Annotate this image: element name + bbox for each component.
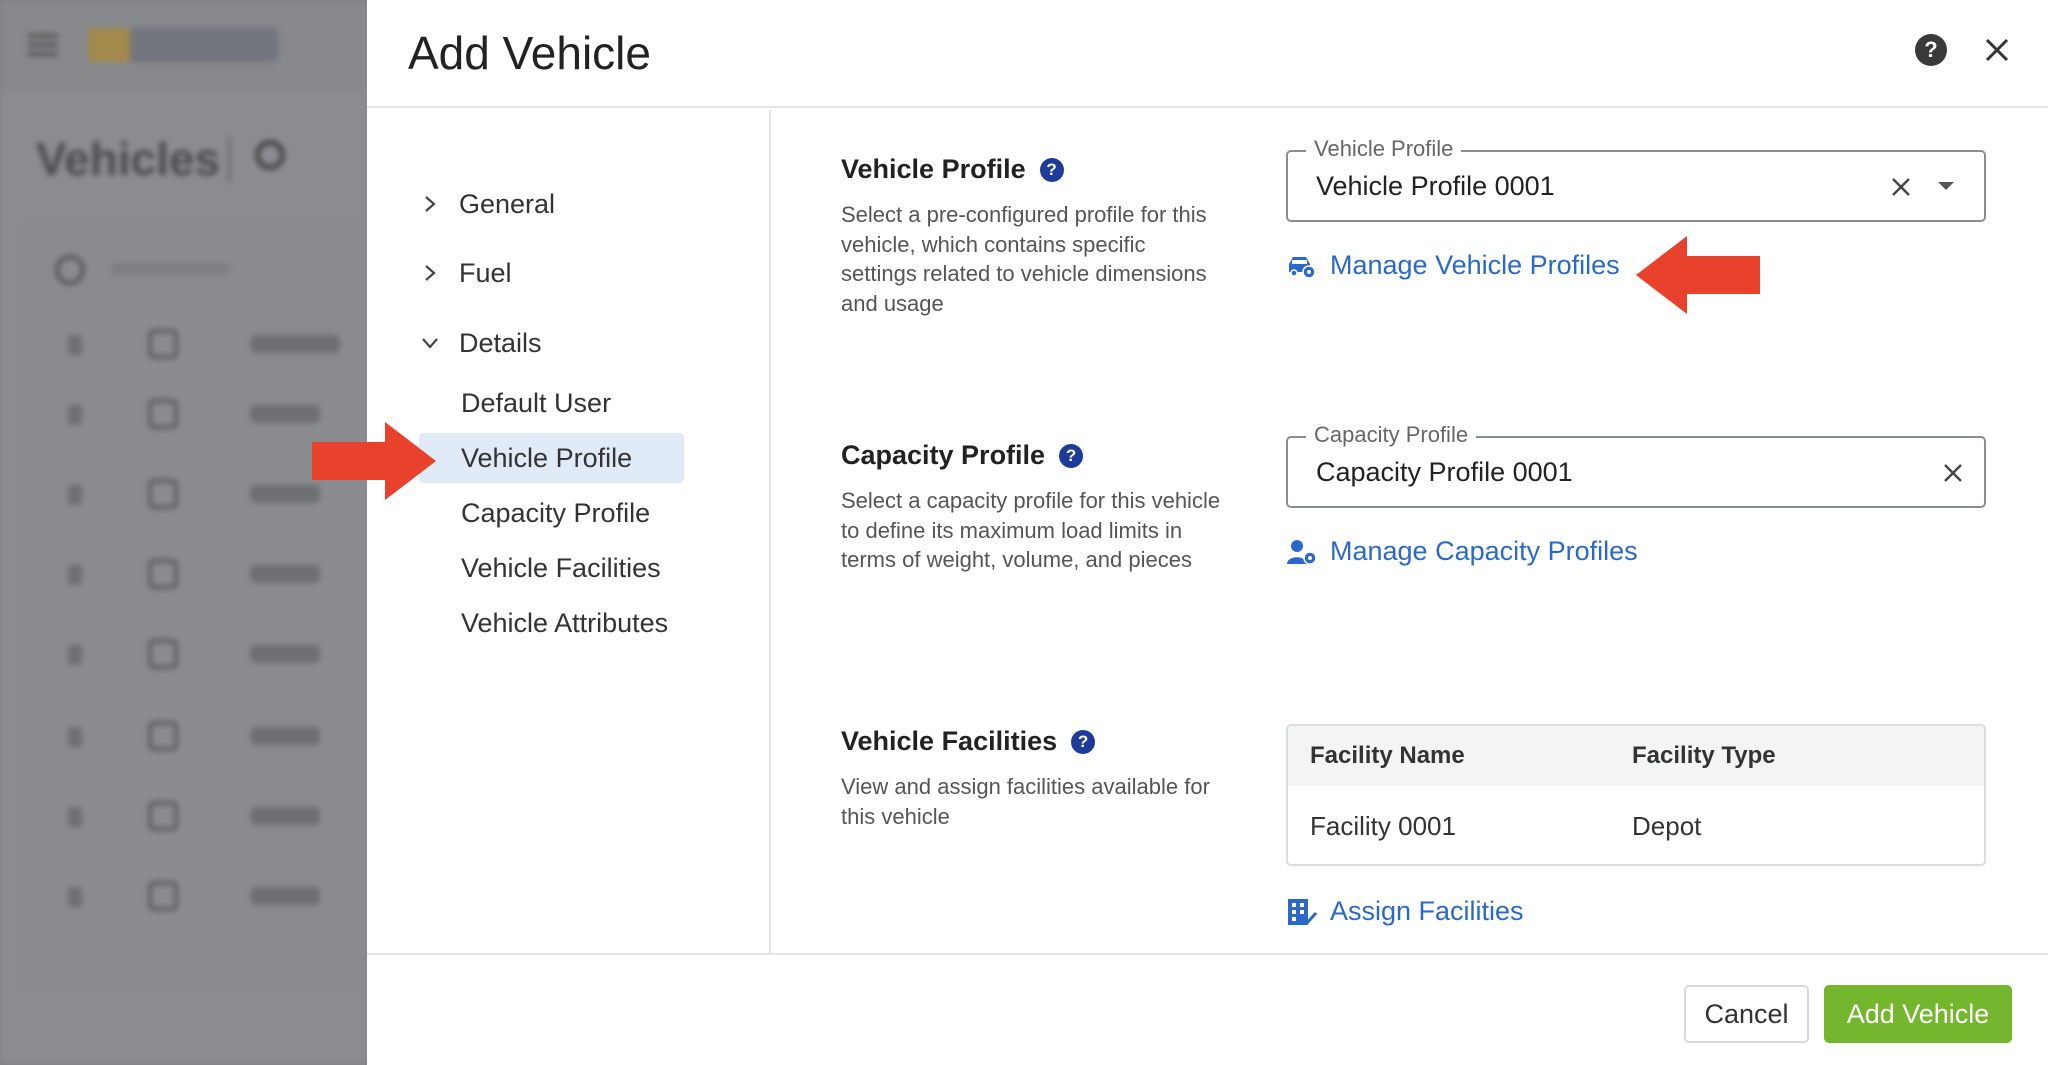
app-logo	[88, 28, 278, 62]
user-settings-icon	[1287, 539, 1317, 565]
add-vehicle-button[interactable]: Add Vehicle	[1824, 985, 2012, 1043]
vehicle-profile-description: Select a pre-configured profile for this…	[841, 202, 1207, 316]
red-arrow-annotation	[312, 422, 436, 500]
nav-section-label: Fuel	[459, 257, 512, 288]
background-search-icon	[255, 140, 285, 170]
chevron-right-icon	[425, 265, 436, 281]
nav-section-label: Details	[459, 327, 542, 358]
dropdown-arrow-icon[interactable]	[1938, 182, 1954, 190]
capacity-profile-description: Select a capacity profile for this vehic…	[841, 488, 1221, 572]
background-table-row	[40, 555, 370, 595]
manage-capacity-profiles-link[interactable]: Manage Capacity Profiles	[1286, 536, 1638, 567]
background-title-divider	[228, 136, 231, 182]
field-value: Vehicle Profile 0001	[1316, 171, 1555, 201]
dialog-nav: General Fuel Details Default User Vehicl…	[367, 110, 771, 953]
vehicle-facilities-section-title: Vehicle Facilities ?	[841, 726, 1096, 757]
menu-icon	[28, 34, 58, 56]
link-text: Manage Capacity Profiles	[1330, 536, 1638, 566]
capacity-profile-section-title: Capacity Profile ?	[841, 440, 1084, 471]
section-title-text: Capacity Profile	[841, 440, 1046, 470]
nav-item-default-user[interactable]: Default User	[419, 378, 684, 428]
background-table-header	[40, 325, 370, 365]
building-check-icon	[1288, 898, 1318, 925]
field-value: Capacity Profile 0001	[1316, 457, 1573, 487]
background-app: Vehicles	[0, 0, 370, 1065]
assign-facilities-link[interactable]: Assign Facilities	[1286, 896, 1524, 927]
capacity-profile-select[interactable]: Capacity Profile Capacity Profile 0001	[1286, 422, 1986, 508]
table-header: Facility Name Facility Type	[1288, 726, 1984, 786]
vehicle-profile-select[interactable]: Vehicle Profile Vehicle Profile 0001	[1286, 136, 1986, 222]
red-arrow-annotation	[1636, 236, 1760, 314]
chevron-right-icon	[425, 196, 436, 212]
vehicle-profile-section-title: Vehicle Profile ?	[841, 154, 1064, 185]
nav-item-vehicle-profile[interactable]: Vehicle Profile	[419, 433, 684, 483]
background-table-row	[40, 797, 370, 837]
link-text: Manage Vehicle Profiles	[1330, 250, 1620, 280]
clear-icon[interactable]	[1886, 172, 1916, 202]
link-text: Assign Facilities	[1330, 896, 1524, 926]
manage-vehicle-profiles-link[interactable]: Manage Vehicle Profiles	[1286, 250, 1620, 281]
cancel-button[interactable]: Cancel	[1684, 985, 1809, 1043]
section-title-text: Vehicle Facilities	[841, 726, 1058, 756]
add-vehicle-dialog: Add Vehicle ? General Fuel Details Defau…	[367, 0, 2048, 1065]
nav-item-capacity-profile[interactable]: Capacity Profile	[419, 488, 684, 538]
table-row[interactable]: Facility 0001 Depot	[1288, 786, 1984, 864]
dialog-footer: Cancel Add Vehicle	[367, 953, 2048, 1065]
help-icon[interactable]: ?	[1059, 443, 1084, 468]
nav-section-general[interactable]: General	[419, 184, 555, 224]
background-page-title: Vehicles	[36, 133, 221, 185]
clear-icon[interactable]	[1938, 458, 1968, 488]
help-icon[interactable]: ?	[1071, 729, 1096, 754]
dialog-header: Add Vehicle ?	[367, 0, 2048, 108]
nav-item-vehicle-facilities[interactable]: Vehicle Facilities	[419, 543, 684, 593]
facilities-table: Facility Name Facility Type Facility 000…	[1286, 724, 1986, 866]
vehicle-settings-icon	[1289, 256, 1316, 279]
field-label: Capacity Profile	[1306, 422, 1477, 448]
close-icon[interactable]	[1979, 32, 2015, 68]
dialog-content: Vehicle Profile ? Select a pre-configure…	[773, 110, 2048, 953]
help-icon[interactable]: ?	[1039, 157, 1064, 182]
facility-type-cell: Depot	[1632, 810, 1702, 841]
background-table-row	[40, 635, 370, 675]
field-label: Vehicle Profile	[1306, 136, 1462, 162]
dialog-title: Add Vehicle	[408, 27, 651, 79]
help-icon[interactable]: ?	[1915, 34, 1947, 66]
background-search-field	[55, 255, 255, 285]
nav-item-vehicle-attributes[interactable]: Vehicle Attributes	[419, 598, 684, 648]
background-table-row	[40, 877, 370, 917]
vehicle-facilities-description: View and assign facilities available for…	[841, 774, 1210, 829]
nav-section-label: General	[459, 188, 556, 219]
nav-section-details[interactable]: Details	[419, 323, 542, 363]
column-header: Facility Name	[1310, 742, 1465, 769]
facility-name-cell: Facility 0001	[1310, 810, 1456, 841]
column-header: Facility Type	[1632, 742, 1776, 769]
background-table-row	[40, 717, 370, 757]
chevron-down-icon	[422, 338, 438, 349]
section-title-text: Vehicle Profile	[841, 154, 1026, 184]
nav-section-fuel[interactable]: Fuel	[419, 253, 512, 293]
